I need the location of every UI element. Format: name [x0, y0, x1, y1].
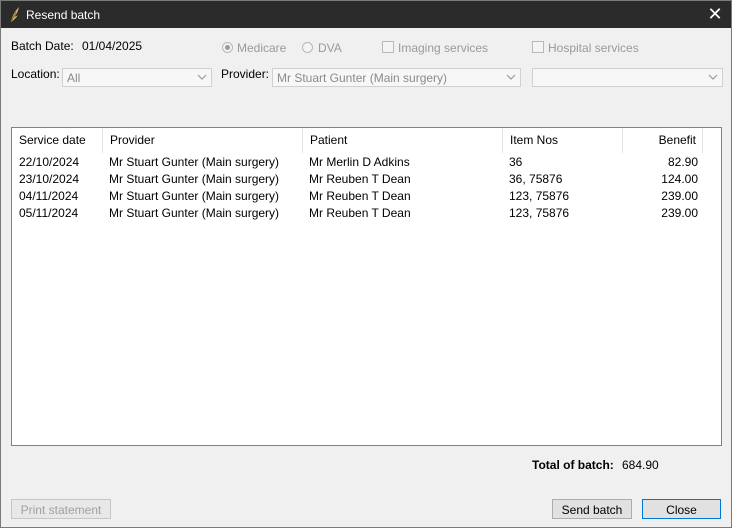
header-provider[interactable]: Provider: [103, 128, 303, 153]
cell-item-nos: 123, 75876: [509, 189, 570, 203]
location-value: All: [67, 71, 81, 85]
cell-benefit: 239.00: [661, 189, 698, 203]
imaging-services-label: Imaging services: [398, 41, 489, 55]
cell-patient: Mr Merlin D Adkins: [309, 155, 410, 169]
table-row[interactable]: 04/11/2024 Mr Stuart Gunter (Main surger…: [12, 188, 721, 205]
imaging-services-checkbox[interactable]: [382, 41, 394, 53]
cell-patient: Mr Reuben T Dean: [309, 189, 411, 203]
print-statement-button[interactable]: Print statement: [11, 499, 111, 519]
resend-batch-window: Resend batch ✕ Batch Date: 01/04/2025 Me…: [0, 0, 732, 528]
header-benefit[interactable]: Benefit: [623, 128, 703, 153]
table-row[interactable]: 22/10/2024 Mr Stuart Gunter (Main surger…: [12, 154, 721, 171]
cell-patient: Mr Reuben T Dean: [309, 172, 411, 186]
chevron-down-icon: [506, 74, 516, 80]
title-bar: Resend batch ✕: [1, 1, 731, 28]
cell-item-nos: 36: [509, 155, 523, 169]
cell-benefit: 82.90: [667, 155, 698, 169]
cell-service-date: 05/11/2024: [19, 206, 79, 220]
extra-dropdown[interactable]: [532, 68, 723, 87]
provider-value: Mr Stuart Gunter (Main surgery): [277, 71, 448, 85]
dva-label: DVA: [318, 41, 342, 55]
cell-item-nos: 123, 75876: [509, 206, 570, 220]
app-feather-icon: [10, 7, 19, 23]
chevron-down-icon: [708, 74, 718, 80]
hospital-services-checkbox[interactable]: [532, 41, 544, 53]
header-service-date[interactable]: Service date: [12, 128, 103, 153]
batch-date-label: Batch Date:: [11, 39, 74, 53]
location-dropdown[interactable]: All: [62, 68, 212, 87]
chevron-down-icon: [197, 74, 207, 80]
batch-items-table[interactable]: Service date Provider Patient Item Nos B…: [11, 127, 722, 446]
batch-date-value: 01/04/2025: [82, 39, 143, 53]
cell-benefit: 124.00: [661, 172, 698, 186]
cell-patient: Mr Reuben T Dean: [309, 206, 411, 220]
cell-provider: Mr Stuart Gunter (Main surgery): [109, 206, 280, 220]
provider-dropdown[interactable]: Mr Stuart Gunter (Main surgery): [272, 68, 521, 87]
header-item-nos[interactable]: Item Nos: [503, 128, 623, 153]
total-of-batch-value: 684.90: [622, 458, 659, 472]
location-label: Location:: [11, 67, 60, 81]
cell-benefit: 239.00: [661, 206, 698, 220]
cell-service-date: 22/10/2024: [19, 155, 80, 169]
header-patient[interactable]: Patient: [303, 128, 503, 153]
total-of-batch-label: Total of batch:: [532, 458, 614, 472]
provider-label: Provider:: [221, 67, 270, 81]
table-row[interactable]: 05/11/2024 Mr Stuart Gunter (Main surger…: [12, 205, 721, 222]
medicare-label: Medicare: [237, 41, 287, 55]
cell-item-nos: 36, 75876: [509, 172, 563, 186]
cell-service-date: 23/10/2024: [19, 172, 80, 186]
cell-provider: Mr Stuart Gunter (Main surgery): [109, 155, 280, 169]
close-icon[interactable]: ✕: [699, 1, 731, 28]
cell-provider: Mr Stuart Gunter (Main surgery): [109, 189, 280, 203]
cell-provider: Mr Stuart Gunter (Main surgery): [109, 172, 280, 186]
send-batch-button[interactable]: Send batch: [552, 499, 632, 519]
cell-service-date: 04/11/2024: [19, 189, 79, 203]
close-button[interactable]: Close: [642, 499, 721, 519]
medicare-radio[interactable]: [222, 42, 233, 53]
dva-radio[interactable]: [302, 42, 313, 53]
table-row[interactable]: 23/10/2024 Mr Stuart Gunter (Main surger…: [12, 171, 721, 188]
window-title: Resend batch: [26, 8, 101, 22]
hospital-services-label: Hospital services: [548, 41, 639, 55]
